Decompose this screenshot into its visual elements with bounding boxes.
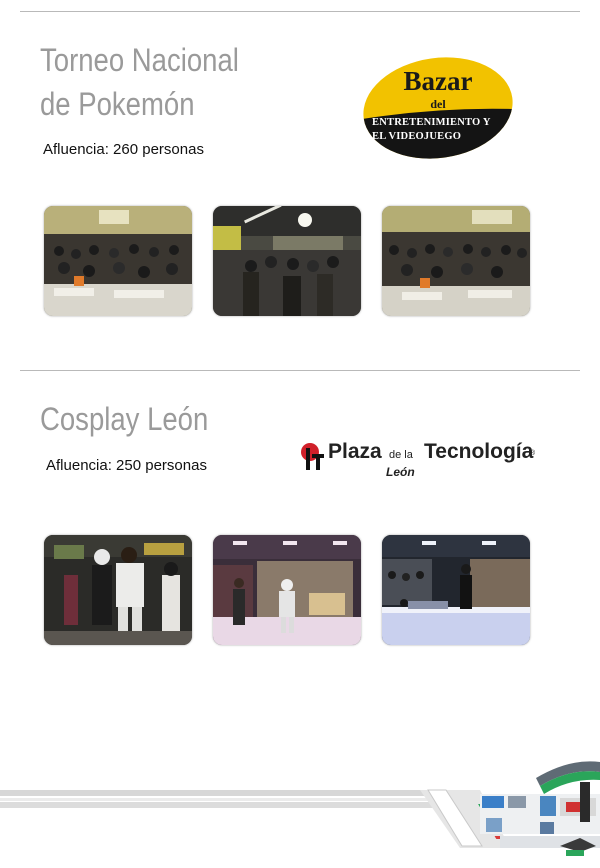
footer-mall-graphic: [0, 761, 600, 856]
plaza-logo-small: de la: [389, 449, 413, 461]
title-line-1: Torneo Nacional: [40, 42, 239, 78]
plaza-tecnologia-logo: Plaza de la Tecnología ® León: [300, 440, 540, 484]
crowd-photo-image: [382, 206, 530, 316]
top-divider: [20, 11, 580, 12]
section-title-pokemon: Torneo Nacional de Pokemón: [40, 38, 239, 126]
bazar-logo-del: del: [430, 97, 446, 111]
plaza-logo-word2: Tecnología: [424, 440, 534, 463]
footer-illustration: [0, 738, 600, 868]
bazar-logo-line2: EL VIDEOJUEGO: [372, 131, 462, 142]
pt-mark-icon: [301, 443, 324, 470]
cosplay-photo-image: [44, 535, 192, 645]
photo-cosplay-3: [382, 535, 530, 645]
plaza-logo-registered: ®: [530, 450, 536, 457]
section-title-cosplay: Cosplay León: [40, 397, 208, 441]
photo-pokemon-3: [382, 206, 530, 316]
crowd-photo-image: [213, 206, 361, 316]
plaza-logo-word1: Plaza: [328, 440, 382, 463]
bazar-logo-line1: ENTRETENIMIENTO Y: [372, 117, 491, 128]
attendance-pokemon: Afluencia: 260 personas: [43, 141, 204, 158]
photo-pokemon-2: [213, 206, 361, 316]
cosplay-photo-image: [213, 535, 361, 645]
crowd-photo-image: [44, 206, 192, 316]
bazar-logo: Bazar del ENTRETENIMIENTO Y EL VIDEOJUEG…: [362, 57, 514, 159]
plaza-logo-city: León: [386, 465, 415, 479]
photo-pokemon-1: [44, 206, 192, 316]
attendance-cosplay: Afluencia: 250 personas: [46, 457, 207, 474]
section-divider: [20, 370, 580, 371]
title-line-1: Cosplay León: [40, 401, 209, 437]
cosplay-photo-image: [382, 535, 530, 645]
photo-cosplay-2: [213, 535, 361, 645]
title-line-2: de Pokemón: [40, 86, 195, 122]
photo-cosplay-1: [44, 535, 192, 645]
bazar-logo-word: Bazar: [403, 66, 473, 96]
